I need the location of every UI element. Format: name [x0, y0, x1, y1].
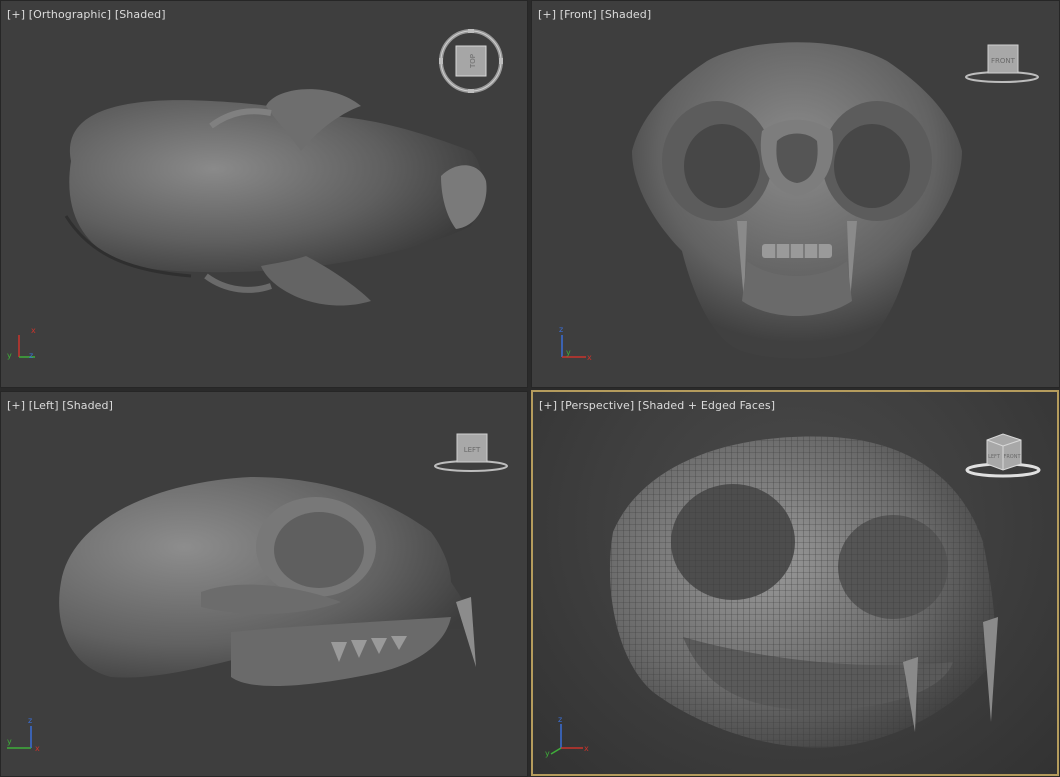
axis-tripod: z y x: [559, 325, 592, 362]
viewport-perspective[interactable]: [+] [Perspective] [Shaded + Edged Faces]: [531, 390, 1059, 776]
viewcube[interactable]: TOP: [437, 27, 513, 95]
viewport-left[interactable]: [+] [Left] [Shaded] LEFT z y x: [0, 391, 528, 777]
axis-tripod: z x y: [545, 715, 589, 758]
svg-text:FRONT: FRONT: [991, 57, 1016, 65]
axis-label-z: z: [28, 716, 32, 725]
viewcube[interactable]: FRONT: [962, 41, 1044, 87]
viewport-front[interactable]: [+] [Front] [Shaded] FRONT z y x: [531, 0, 1060, 388]
axis-label-y: y: [566, 348, 571, 357]
svg-text:LEFT: LEFT: [988, 454, 1001, 460]
viewcube[interactable]: LEFT: [431, 430, 513, 476]
svg-text:LEFT: LEFT: [464, 446, 481, 454]
axis-label-x: x: [584, 744, 589, 753]
axis-label-x: x: [35, 744, 40, 753]
axis-label-z: z: [559, 325, 563, 334]
viewport-orthographic[interactable]: [+] [Orthographic] [Shaded] TOP y x z: [0, 0, 528, 388]
axis-label-z: z: [558, 715, 562, 724]
viewcube[interactable]: LEFT FRONT: [963, 430, 1045, 482]
axis-tripod: z y x: [7, 716, 40, 753]
axis-tripod: y x z: [7, 326, 36, 360]
axis-label-x: x: [587, 353, 592, 362]
axis-label-y: y: [7, 737, 12, 746]
axis-label-z: z: [29, 351, 33, 360]
axis-label-y: y: [545, 749, 550, 758]
svg-text:TOP: TOP: [469, 54, 477, 69]
svg-text:FRONT: FRONT: [1003, 454, 1021, 460]
axis-label-y: y: [7, 351, 12, 360]
axis-label-x: x: [31, 326, 36, 335]
